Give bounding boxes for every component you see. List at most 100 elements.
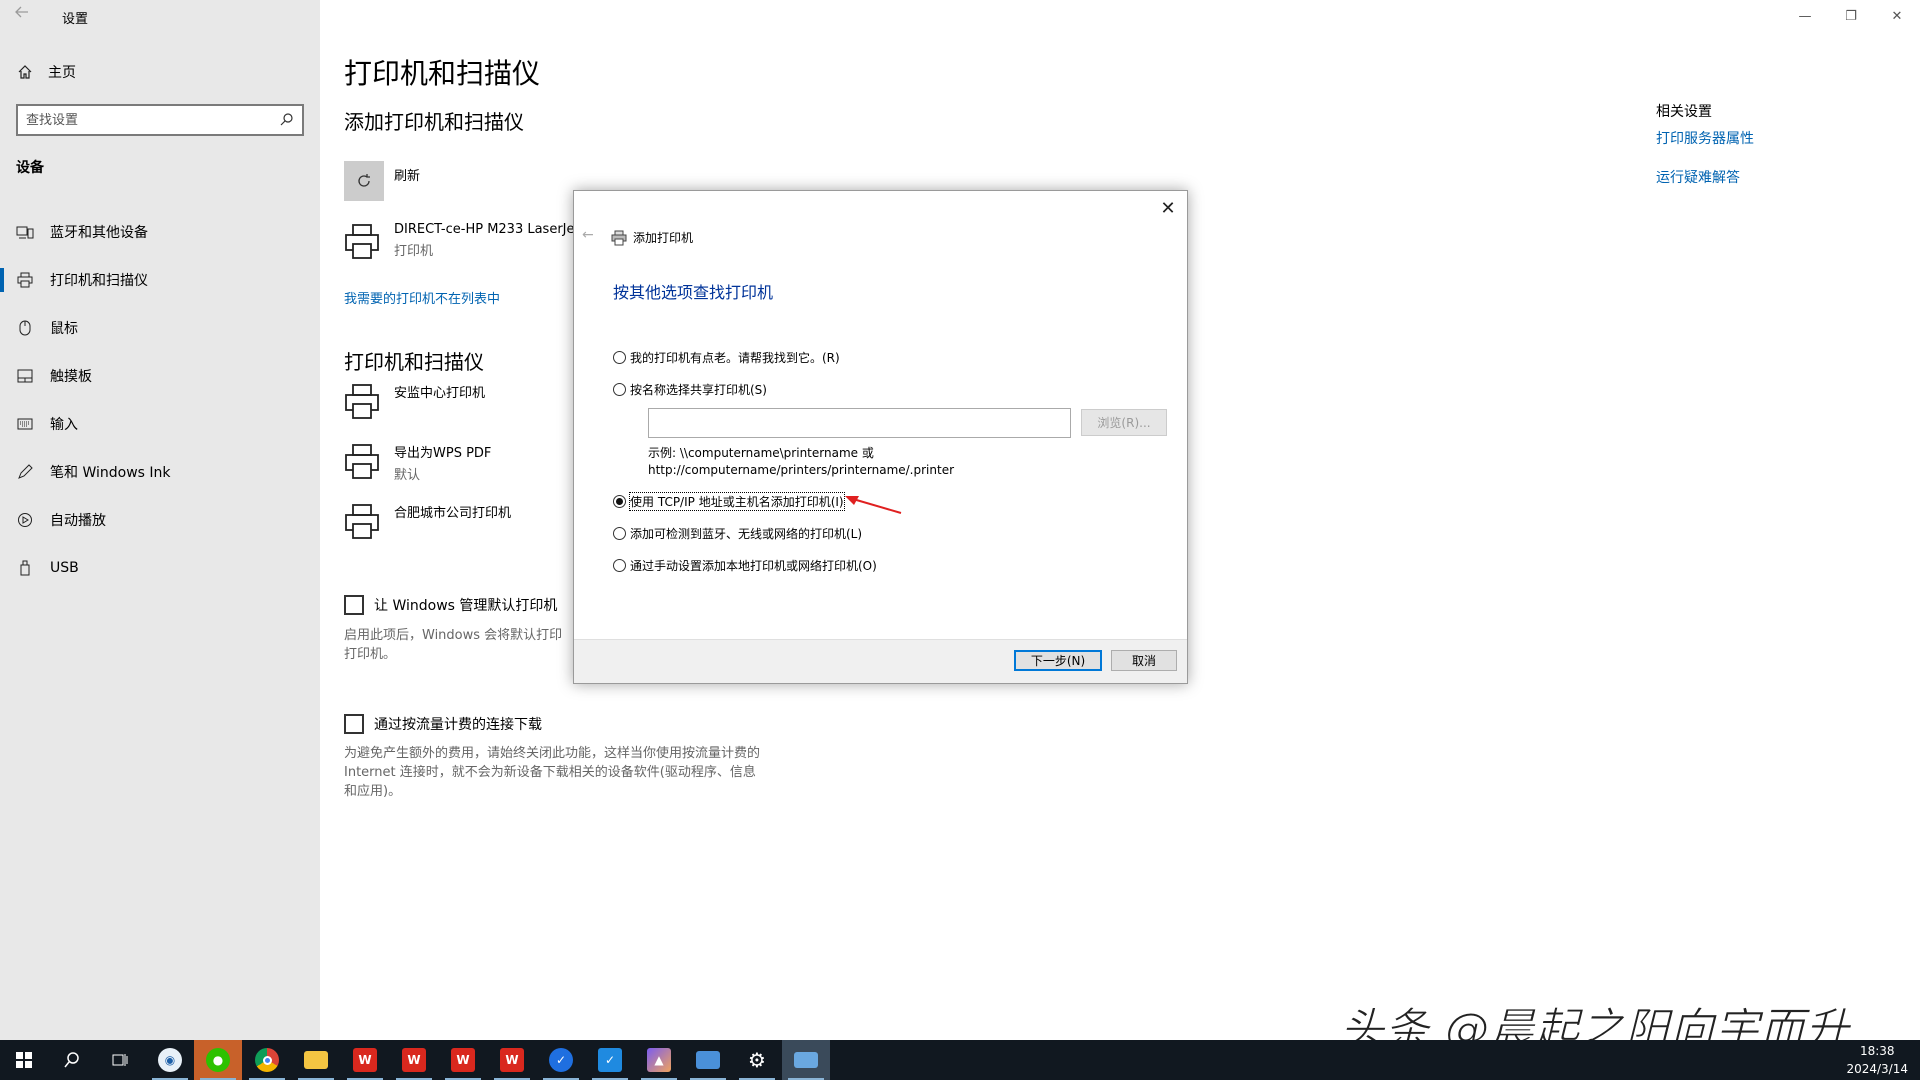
control-panel-icon[interactable]: [782, 1040, 830, 1080]
shared-printer-name-input[interactable]: [648, 408, 1071, 438]
sidebar-item-label: 鼠标: [50, 321, 78, 337]
settings-icon[interactable]: ⚙: [733, 1040, 781, 1080]
dialog-heading: 按其他选项查找打印机: [613, 283, 774, 302]
print-server-properties-link[interactable]: 打印服务器属性: [1656, 128, 1754, 148]
metered-download-toggle[interactable]: 通过按流量计费的连接下载: [344, 714, 542, 734]
restore-button[interactable]: ❐: [1828, 0, 1874, 32]
dialog-close-button[interactable]: ✕: [1155, 195, 1181, 221]
wechat-icon[interactable]: ●: [194, 1040, 242, 1080]
default-printer-toggle[interactable]: 让 Windows 管理默认打印机: [344, 595, 557, 615]
refresh-button[interactable]: 刷新: [344, 161, 420, 201]
bluetooth-devices-icon: [16, 223, 34, 241]
wps-icon[interactable]: W: [390, 1040, 438, 1080]
printers-section-title: 打印机和扫描仪: [344, 350, 484, 374]
sidebar-item-typing[interactable]: 输入: [0, 400, 320, 448]
sidebar-item-label: USB: [50, 560, 79, 576]
search-input[interactable]: [26, 112, 266, 128]
next-button[interactable]: 下一步(N): [1014, 650, 1102, 671]
dialog-header: 添加打印机: [611, 229, 693, 246]
sidebar-item-touchpad[interactable]: 触摸板: [0, 352, 320, 400]
pen-icon: [16, 463, 34, 481]
minimize-button[interactable]: —: [1782, 0, 1828, 32]
clock-date: 2024/3/14: [1846, 1062, 1908, 1076]
start-icon[interactable]: [0, 1040, 48, 1080]
browse-button[interactable]: 浏览(R)...: [1081, 409, 1167, 436]
printer-status: 打印机: [394, 244, 434, 259]
sidebar-item-bluetooth[interactable]: 蓝牙和其他设备: [0, 208, 320, 256]
radio-button[interactable]: [613, 559, 626, 572]
printer-item[interactable]: 合肥城市公司打印机: [344, 502, 511, 542]
default-printer-checkbox[interactable]: [344, 595, 364, 615]
dialog-title: 添加打印机: [633, 231, 694, 245]
photos-icon[interactable]: ▲: [635, 1040, 683, 1080]
printer-name: 安监中心打印机: [394, 386, 486, 401]
app-window-icon[interactable]: [684, 1040, 732, 1080]
back-arrow-icon[interactable]: [14, 4, 44, 28]
option-old-printer[interactable]: 我的打印机有点老。请帮我找到它。(R): [613, 349, 840, 366]
sidebar-item-mouse[interactable]: 鼠标: [0, 304, 320, 352]
page-title: 打印机和扫描仪: [344, 57, 541, 90]
printer-item[interactable]: 导出为WPS PDF 默认: [344, 442, 491, 483]
sidebar-item-label: 输入: [50, 417, 78, 433]
radio-button[interactable]: [613, 527, 626, 540]
description-line: 为避免产生额外的费用，请始终关闭此功能，这样当你使用按流量计费的: [344, 746, 761, 761]
refresh-label: 刷新: [394, 169, 421, 184]
sidebar-item-autoplay[interactable]: 自动播放: [0, 496, 320, 544]
file-explorer-icon[interactable]: [292, 1040, 340, 1080]
option-manual[interactable]: 通过手动设置添加本地打印机或网络打印机(O): [613, 557, 877, 574]
radio-label: 使用 TCP/IP 地址或主机名添加打印机(I): [629, 492, 845, 511]
printer-icon: [345, 444, 379, 479]
related-settings-title: 相关设置: [1656, 104, 1712, 120]
metered-download-checkbox[interactable]: [344, 714, 364, 734]
printer-icon: [16, 271, 34, 289]
sidebar-item-label: 打印机和扫描仪: [50, 273, 148, 289]
run-troubleshooter-link[interactable]: 运行疑难解答: [1656, 167, 1740, 187]
printer-icon: [611, 230, 627, 245]
radio-button[interactable]: [613, 383, 626, 396]
option-wireless[interactable]: 添加可检测到蓝牙、无线或网络的打印机(L): [613, 525, 862, 542]
feishu-icon[interactable]: ✓: [586, 1040, 634, 1080]
description-line: Internet 连接时，就不会为新设备下载相关的设备软件(驱动程序、信息: [344, 765, 756, 780]
close-button[interactable]: ✕: [1874, 0, 1920, 32]
system-clock[interactable]: 18:38 2024/3/14: [1846, 1042, 1908, 1078]
app-title: 设置: [62, 12, 89, 27]
annotation-arrow-icon: [845, 496, 902, 514]
cancel-button[interactable]: 取消: [1111, 650, 1177, 671]
sidebar-item-label: 笔和 Windows Ink: [50, 465, 171, 481]
metered-download-description: 为避免产生额外的费用，请始终关闭此功能，这样当你使用按流量计费的 Interne…: [344, 744, 760, 801]
found-printer[interactable]: DIRECT-ce-HP M233 LaserJet 打印机: [344, 222, 580, 262]
home-nav[interactable]: 主页: [16, 62, 76, 82]
description-line: 和应用)。: [344, 784, 402, 799]
checkbox-label: 通过按流量计费的连接下载: [374, 717, 542, 733]
search-box[interactable]: [16, 104, 304, 136]
chrome-icon[interactable]: [243, 1040, 291, 1080]
feishu-icon[interactable]: ✓: [537, 1040, 585, 1080]
sidebar-item-pen[interactable]: 笔和 Windows Ink: [0, 448, 320, 496]
printer-item[interactable]: 安监中心打印机: [344, 382, 485, 422]
radio-label: 我的打印机有点老。请帮我找到它。(R): [630, 351, 840, 365]
search-icon[interactable]: [280, 111, 294, 130]
sidebar: 设置 主页 设备 蓝牙和其他设备 打印机和扫描仪: [0, 0, 320, 1040]
option-shared-printer[interactable]: 按名称选择共享打印机(S): [613, 381, 767, 398]
radio-button[interactable]: [613, 351, 626, 364]
search-icon[interactable]: [48, 1040, 96, 1080]
radio-button-selected[interactable]: [613, 495, 626, 508]
wps-icon[interactable]: W: [488, 1040, 536, 1080]
sidebar-item-usb[interactable]: USB: [0, 544, 320, 592]
default-printer-description: 启用此项后，Windows 会将默认打印 打印机。: [344, 626, 562, 664]
wps-icon[interactable]: W: [439, 1040, 487, 1080]
add-printer-dialog: ✕ ← 添加打印机 按其他选项查找打印机 我的打印机有点老。请帮我找到它。(R)…: [573, 190, 1188, 684]
printer-icon: [345, 384, 379, 419]
clock-time: 18:38: [1859, 1044, 1895, 1058]
sidebar-item-printers[interactable]: 打印机和扫描仪: [0, 256, 320, 304]
example-line: http://computername/printers/printername…: [648, 463, 955, 477]
printer-not-listed-link[interactable]: 我需要的打印机不在列表中: [344, 288, 500, 307]
task-view-icon[interactable]: [96, 1040, 144, 1080]
dialog-back-button[interactable]: ←: [582, 227, 594, 243]
sidebar-item-label: 触摸板: [50, 369, 92, 385]
printer-name: DIRECT-ce-HP M233 LaserJet: [394, 222, 580, 237]
option-tcpip[interactable]: 使用 TCP/IP 地址或主机名添加打印机(I): [613, 492, 845, 511]
remote-app-icon[interactable]: ◉: [146, 1040, 194, 1080]
wps-icon[interactable]: W: [341, 1040, 389, 1080]
sidebar-item-label: 自动播放: [50, 513, 106, 529]
